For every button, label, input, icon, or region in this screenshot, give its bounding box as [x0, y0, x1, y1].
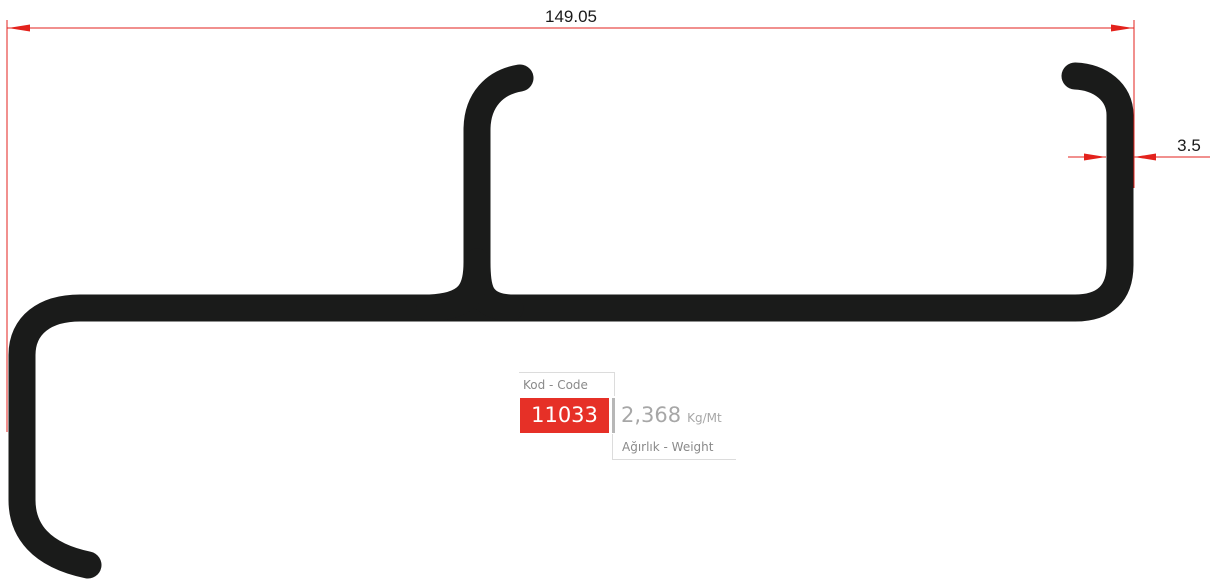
code-value: 11033: [520, 398, 609, 433]
thickness-arrow-left: [1084, 153, 1106, 161]
weight-unit: Kg/Mt: [687, 411, 722, 425]
profile-section: [8, 62, 1134, 579]
profile-info-box: Kod - Code 11033 2,368 Kg/Mt Ağırlık - We…: [519, 372, 739, 464]
profile-center-flange-fillet: [416, 248, 491, 322]
weight-label: Ağırlık - Weight: [612, 434, 736, 460]
width-dimension-text: 149.05: [545, 7, 597, 26]
weight-value: 2,368: [621, 403, 682, 427]
profile-drawing: 149.05 3.5: [6, 7, 1210, 579]
width-arrow-right: [1111, 24, 1133, 32]
profile-main-body: [8, 62, 1134, 579]
weight-value-group: 2,368 Kg/Mt: [621, 398, 722, 433]
width-dimension: [6, 20, 1135, 432]
code-label: Kod - Code: [519, 372, 615, 396]
thickness-arrow-right: [1134, 153, 1156, 161]
divider: [612, 398, 615, 433]
thickness-dimension-text: 3.5: [1177, 136, 1201, 155]
width-arrow-left: [8, 24, 30, 32]
